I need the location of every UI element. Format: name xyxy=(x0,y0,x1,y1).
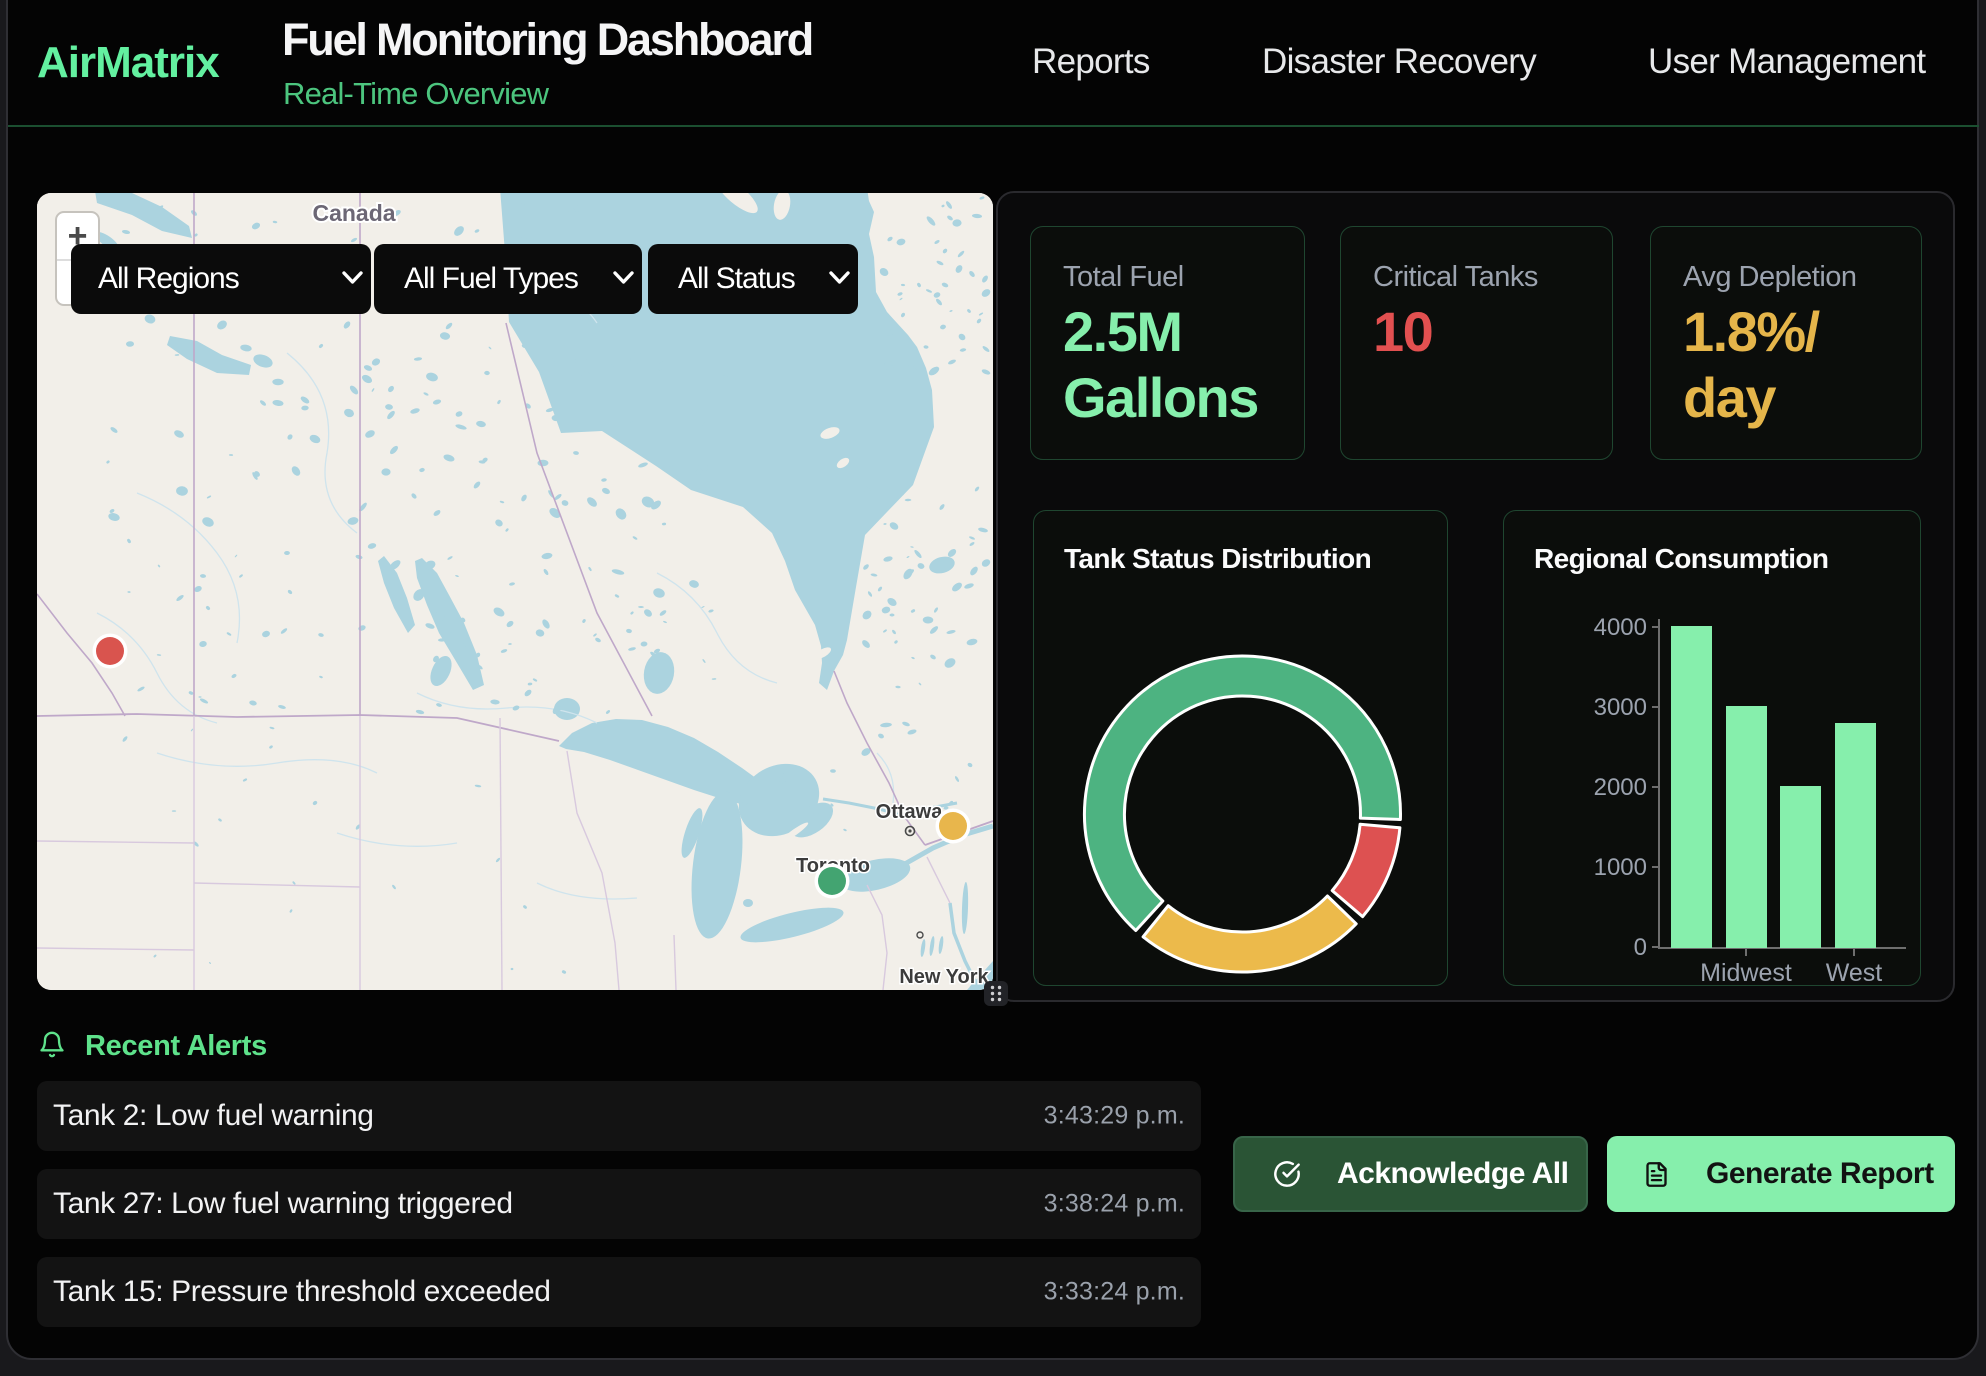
svg-text:New York: New York xyxy=(899,966,989,988)
svg-text:0: 0 xyxy=(1634,934,1647,961)
svg-text:Ottawa: Ottawa xyxy=(876,801,944,823)
svg-text:4000: 4000 xyxy=(1594,614,1647,641)
svg-text:1000: 1000 xyxy=(1594,854,1647,881)
svg-text:3000: 3000 xyxy=(1594,694,1647,721)
svg-text:Canada: Canada xyxy=(312,200,395,226)
svg-text:2000: 2000 xyxy=(1594,774,1647,801)
svg-text:Midwest: Midwest xyxy=(1700,959,1792,983)
svg-text:West: West xyxy=(1826,959,1883,983)
